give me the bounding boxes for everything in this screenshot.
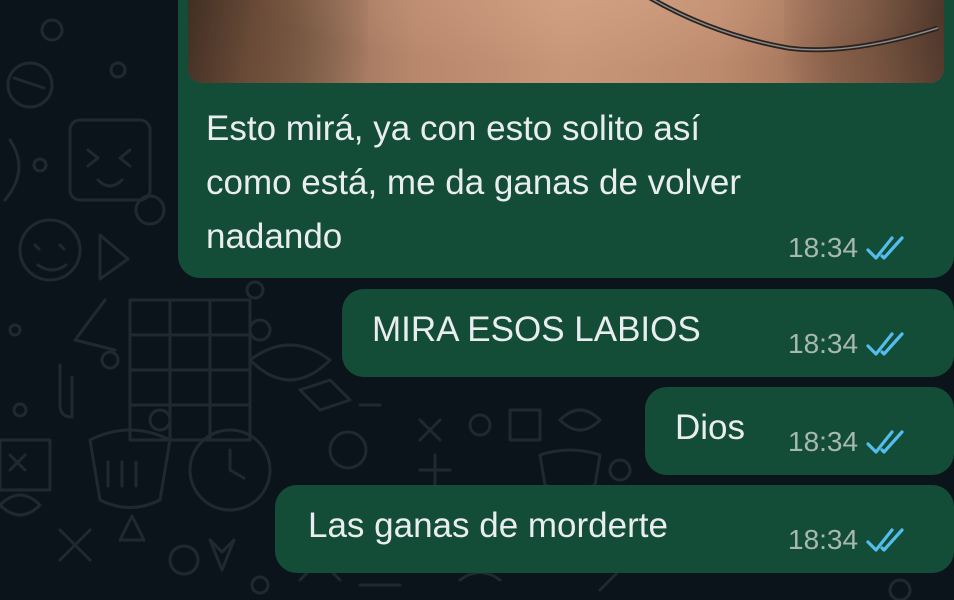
message-bubble[interactable]: Las ganas de morderte 18:34: [275, 485, 954, 573]
message-time: 18:34: [788, 426, 859, 457]
photo-necklace: [648, 0, 939, 53]
message-meta: 18:34: [788, 328, 910, 360]
message-time: 18:34: [788, 524, 859, 555]
message-text-line-3: nadando: [206, 217, 343, 256]
message-time: 18:34: [788, 232, 859, 263]
message-text: Las ganas de morderte: [308, 506, 668, 545]
double-check-icon: [866, 236, 904, 260]
message-meta: 18:34: [788, 426, 910, 458]
message-meta: 18:34: [788, 524, 910, 556]
message-bubble[interactable]: MIRA ESOS LABIOS 18:34: [342, 289, 954, 377]
double-check-icon: [866, 430, 904, 454]
double-check-icon: [866, 332, 904, 356]
message-text: MIRA ESOS LABIOS: [372, 310, 701, 349]
double-check-icon: [866, 528, 904, 552]
message-text-line-1: Esto mirá, ya con esto solito así: [206, 109, 701, 148]
message-text-line-2: como está, me da ganas de volver: [206, 163, 742, 202]
message-photo[interactable]: [188, 0, 944, 83]
message-text: Dios: [675, 408, 746, 447]
message-time: 18:34: [788, 328, 859, 359]
chat-conversation: Esto mirá, ya con esto solito así como e…: [0, 0, 954, 600]
message-meta: 18:34: [788, 232, 910, 264]
message-bubble-photo[interactable]: Esto mirá, ya con esto solito así como e…: [178, 0, 954, 278]
message-bubble[interactable]: Dios 18:34: [645, 387, 954, 475]
